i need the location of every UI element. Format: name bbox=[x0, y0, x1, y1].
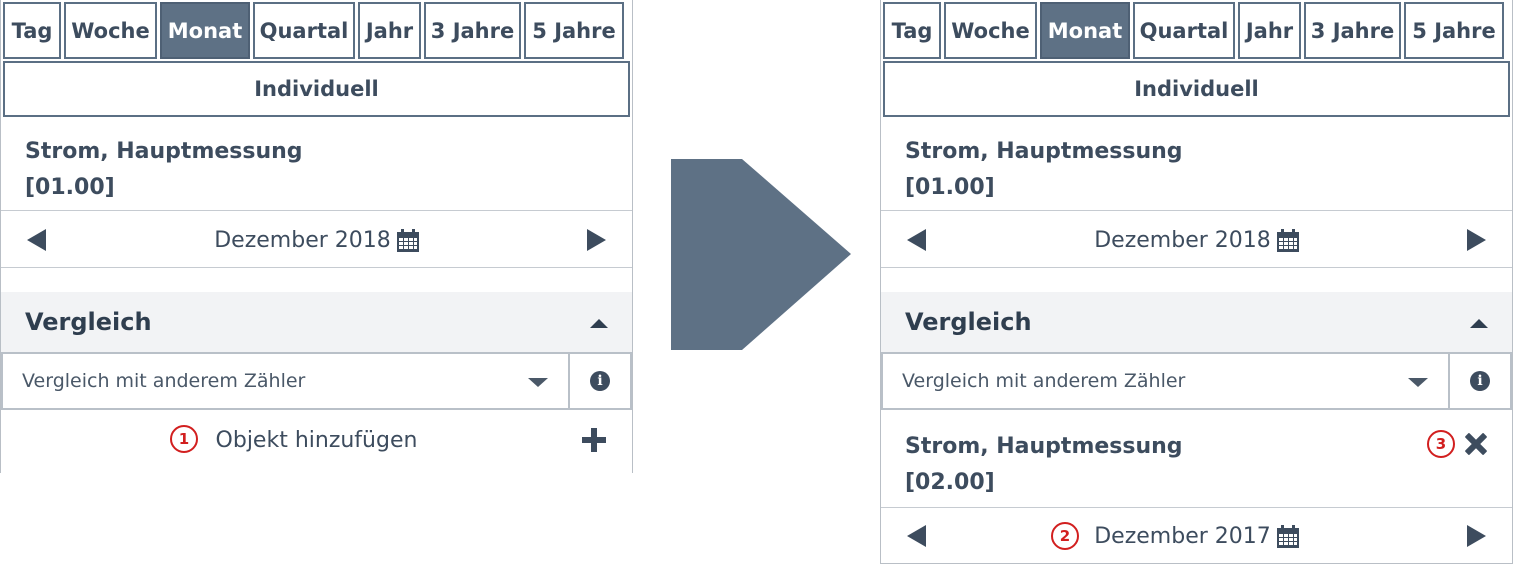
calendar-icon[interactable] bbox=[1276, 228, 1299, 252]
next-arrow-icon[interactable] bbox=[1467, 229, 1486, 251]
divider bbox=[881, 267, 1512, 268]
tab-3-jahre[interactable]: 3 Jahre bbox=[1304, 2, 1401, 59]
meter-name: Strom, Hauptmessung bbox=[905, 139, 1183, 164]
compare-section-header[interactable]: Vergleich bbox=[881, 292, 1512, 352]
compare-meter-id: [02.00] bbox=[905, 470, 995, 495]
compare-type-select[interactable]: Vergleich mit anderem Zähler bbox=[883, 354, 1450, 408]
compare-type-value: Vergleich mit anderem Zähler bbox=[902, 370, 1186, 392]
tab-tag[interactable]: Tag bbox=[883, 2, 941, 59]
tab-jahr[interactable]: Jahr bbox=[1238, 2, 1301, 59]
caret-up-icon[interactable] bbox=[1470, 319, 1488, 328]
date-navigator: Dezember 2018 bbox=[1, 212, 632, 268]
transition-arrow-icon bbox=[671, 159, 851, 350]
calendar-icon[interactable] bbox=[1276, 524, 1299, 548]
meter-id: [01.00] bbox=[25, 175, 115, 200]
tab-monat[interactable]: Monat bbox=[1040, 2, 1130, 59]
tab-5-jahre[interactable]: 5 Jahre bbox=[524, 2, 624, 59]
tab-3-jahre[interactable]: 3 Jahre bbox=[424, 2, 521, 59]
meter-id: [01.00] bbox=[905, 175, 995, 200]
tab-woche[interactable]: Woche bbox=[944, 2, 1037, 59]
annotation-badge-3: 3 bbox=[1427, 430, 1455, 458]
meter-info: Strom, Hauptmessung [01.00] bbox=[905, 134, 1183, 206]
next-arrow-icon[interactable] bbox=[587, 229, 606, 251]
tab-tag[interactable]: Tag bbox=[3, 2, 61, 59]
info-icon: i bbox=[1470, 371, 1490, 391]
compare-title: Vergleich bbox=[25, 308, 152, 336]
info-button[interactable]: i bbox=[570, 354, 630, 408]
period-selector[interactable]: Dezember 2018 bbox=[881, 212, 1512, 268]
divider bbox=[1, 267, 632, 268]
caret-up-icon[interactable] bbox=[590, 319, 608, 328]
meter-name: Strom, Hauptmessung bbox=[25, 139, 303, 164]
period-selector[interactable]: Dezember 2018 bbox=[1, 212, 632, 268]
divider bbox=[1, 210, 632, 211]
add-object-row: Objekt hinzufügen bbox=[1, 412, 632, 468]
compare-date-navigator: Dezember 2017 bbox=[881, 508, 1512, 564]
compare-section-header[interactable]: Vergleich bbox=[1, 292, 632, 352]
tab-woche[interactable]: Woche bbox=[64, 2, 157, 59]
caret-down-icon bbox=[1408, 378, 1428, 387]
tab-jahr[interactable]: Jahr bbox=[358, 2, 421, 59]
compare-period-selector[interactable]: Dezember 2017 bbox=[881, 508, 1512, 564]
plus-icon[interactable] bbox=[582, 428, 606, 452]
compare-period-label: Dezember 2017 bbox=[1094, 523, 1271, 549]
tab-individuell[interactable]: Individuell bbox=[883, 61, 1510, 117]
info-icon: i bbox=[590, 371, 610, 391]
panel-before: Tag Woche Monat Quartal Jahr 3 Jahre 5 J… bbox=[0, 0, 633, 473]
period-tabs: Tag Woche Monat Quartal Jahr 3 Jahre 5 J… bbox=[3, 2, 630, 59]
period-label: Dezember 2018 bbox=[214, 227, 391, 253]
info-button[interactable]: i bbox=[1450, 354, 1510, 408]
panel-after: Tag Woche Monat Quartal Jahr 3 Jahre 5 J… bbox=[880, 0, 1513, 564]
tab-quartal[interactable]: Quartal bbox=[1133, 2, 1235, 59]
tab-quartal[interactable]: Quartal bbox=[253, 2, 355, 59]
compare-title: Vergleich bbox=[905, 308, 1032, 336]
add-object-button[interactable]: Objekt hinzufügen bbox=[1, 412, 632, 468]
meter-info: Strom, Hauptmessung [01.00] bbox=[25, 134, 303, 206]
compare-type-select[interactable]: Vergleich mit anderem Zähler bbox=[3, 354, 570, 408]
compare-select-row: Vergleich mit anderem Zähler i bbox=[1, 352, 632, 410]
compare-type-value: Vergleich mit anderem Zähler bbox=[22, 370, 306, 392]
annotation-badge-1: 1 bbox=[170, 425, 198, 453]
calendar-icon[interactable] bbox=[396, 228, 419, 252]
tab-monat[interactable]: Monat bbox=[160, 2, 250, 59]
compare-meter-info: Strom, Hauptmessung [02.00] bbox=[905, 429, 1183, 501]
compare-meter-name: Strom, Hauptmessung bbox=[905, 434, 1183, 459]
period-tabs: Tag Woche Monat Quartal Jahr 3 Jahre 5 J… bbox=[883, 2, 1510, 59]
divider bbox=[881, 210, 1512, 211]
next-arrow-icon[interactable] bbox=[1467, 525, 1486, 547]
caret-down-icon bbox=[528, 378, 548, 387]
period-label: Dezember 2018 bbox=[1094, 227, 1271, 253]
tab-individuell[interactable]: Individuell bbox=[3, 61, 630, 117]
tab-5-jahre[interactable]: 5 Jahre bbox=[1404, 2, 1504, 59]
close-icon[interactable] bbox=[1464, 432, 1488, 456]
date-navigator: Dezember 2018 bbox=[881, 212, 1512, 268]
annotation-badge-2: 2 bbox=[1051, 522, 1079, 550]
compare-select-row: Vergleich mit anderem Zähler i bbox=[881, 352, 1512, 410]
